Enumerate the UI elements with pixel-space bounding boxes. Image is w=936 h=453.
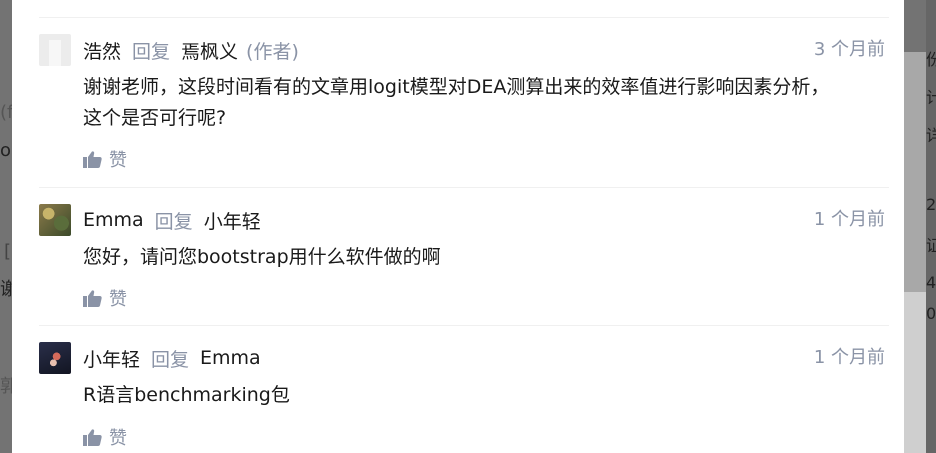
comment-panel: 浩然 回复 焉枫义 (作者) 3 个月前 谢谢老师，这段时间看有的文章用logi…	[12, 0, 904, 453]
bg-fragment: 4	[926, 273, 936, 292]
like-button[interactable]: 赞	[83, 424, 127, 450]
like-label: 赞	[109, 150, 127, 171]
bg-fragment: [	[4, 241, 12, 262]
bg-fragment: 计	[926, 88, 936, 107]
author-badge: (作者)	[246, 40, 299, 63]
like-label: 赞	[109, 428, 127, 449]
comment-line: R语言benchmarking包	[83, 384, 290, 406]
reply-target-name[interactable]: 焉枫义	[181, 37, 238, 64]
like-button[interactable]: 赞	[83, 146, 127, 172]
divider	[39, 17, 889, 18]
avatar[interactable]	[39, 204, 71, 236]
comment-header: 小年轻 回复 Emma	[83, 342, 261, 374]
bg-fragment: 份	[926, 50, 936, 69]
divider	[39, 187, 889, 188]
comment-line: 谢谢老师，这段时间看有的文章用logit模型对DEA测算出来的效率值进行影响因素…	[83, 76, 830, 98]
author-name[interactable]: 浩然	[83, 37, 121, 64]
bg-fragment: 0	[926, 304, 936, 323]
comment-time: 1 个月前	[813, 347, 885, 368]
like-button[interactable]: 赞	[83, 285, 127, 311]
reply-label: 回复	[154, 210, 193, 233]
comment-time: 3 个月前	[813, 39, 885, 60]
comment-header: Emma 回复 小年轻	[83, 204, 261, 236]
bg-fragment: 2	[926, 195, 936, 214]
comment-line: 这个是否可行呢?	[83, 107, 227, 129]
reply-target-name[interactable]: Emma	[200, 347, 261, 369]
reply-label: 回复	[132, 40, 171, 63]
divider	[39, 325, 889, 326]
like-label: 赞	[109, 289, 127, 310]
reply-target-name[interactable]: 小年轻	[204, 207, 261, 234]
comment-line: 您好，请问您bootstrap用什么软件做的啊	[83, 246, 441, 268]
scrollbar-thumb[interactable]	[904, 52, 926, 292]
reply-label: 回复	[151, 348, 190, 371]
comment-text: 谢谢老师，这段时间看有的文章用logit模型对DEA测算出来的效率值进行影响因素…	[83, 72, 873, 134]
thumbs-up-icon	[83, 289, 102, 307]
comment-time: 1 个月前	[813, 209, 885, 230]
comment-text: 您好，请问您bootstrap用什么软件做的啊	[83, 242, 873, 273]
bg-fragment: 详	[926, 126, 936, 145]
author-name[interactable]: 小年轻	[83, 345, 140, 372]
avatar[interactable]	[39, 342, 71, 374]
comment-text: R语言benchmarking包	[83, 380, 873, 411]
author-name[interactable]: Emma	[83, 209, 144, 231]
page-edge: 份 计 详 2 证 4 0	[926, 0, 936, 453]
comment-header: 浩然 回复 焉枫义 (作者)	[83, 34, 299, 66]
thumbs-up-icon	[83, 150, 102, 168]
avatar[interactable]	[39, 34, 71, 66]
thumbs-up-icon	[83, 428, 102, 446]
bg-fragment: 证	[926, 236, 936, 255]
